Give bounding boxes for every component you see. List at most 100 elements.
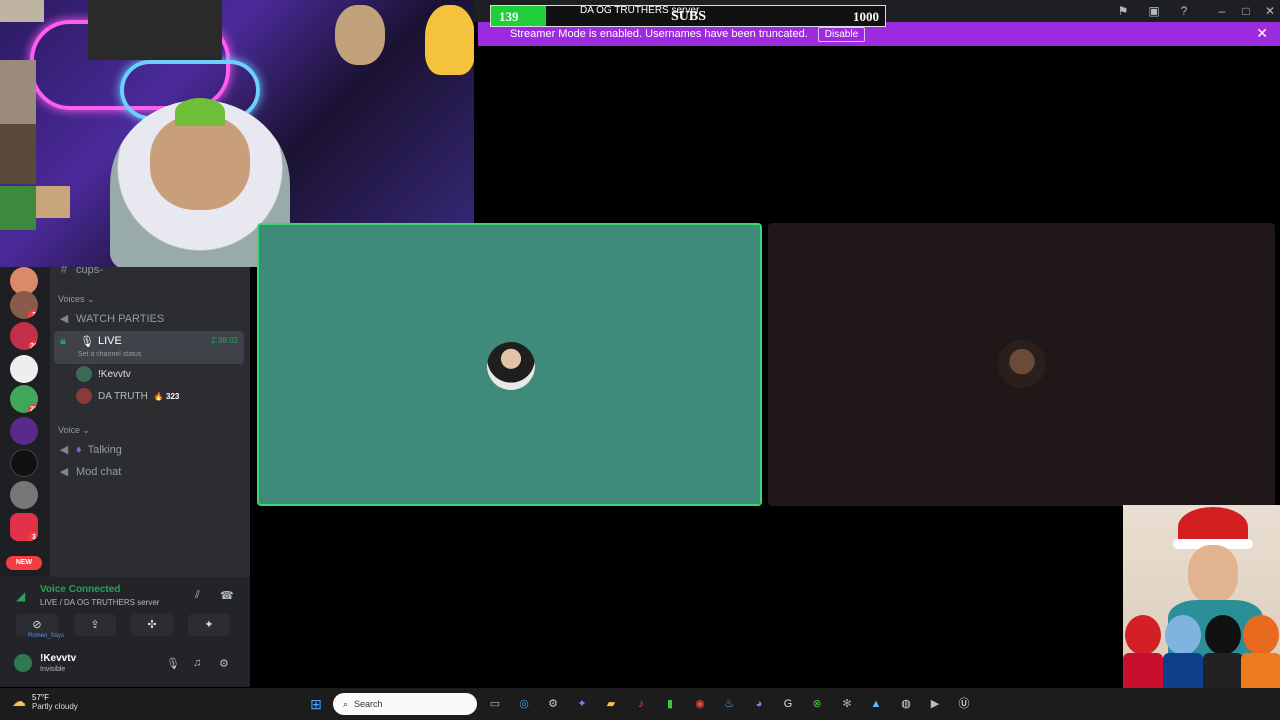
streamer-hat	[175, 98, 225, 126]
server-icon[interactable]: 26	[10, 385, 38, 413]
hash-icon: #	[60, 264, 68, 276]
close-icon[interactable]: ✕	[1262, 3, 1278, 19]
photos-icon[interactable]: ▲	[867, 695, 885, 713]
tv-screen	[88, 0, 222, 60]
kid-cap	[1243, 615, 1279, 655]
music-icon[interactable]: ♪	[632, 695, 650, 713]
channel-talking[interactable]: ◀ ♦ Talking	[58, 443, 122, 457]
category-label: Voices	[58, 294, 85, 304]
file-explorer-icon[interactable]: ▰	[602, 695, 620, 713]
xbox-icon[interactable]: ⊗	[808, 695, 826, 713]
server-icon[interactable]: 2	[10, 291, 38, 319]
app-icon[interactable]: ✻	[838, 695, 856, 713]
unreal-icon[interactable]: Ⓤ	[955, 695, 973, 713]
lock-icon: 🔒︎	[60, 335, 66, 347]
monitor-icon[interactable]: ▣	[1146, 3, 1162, 19]
channel-cups[interactable]: # cups-	[58, 264, 103, 276]
settings-gear-icon[interactable]: ⚙	[219, 657, 229, 670]
screen-share-button[interactable]: ⇪	[74, 614, 116, 636]
voice-user[interactable]: !Kevvtv	[76, 366, 131, 382]
channel-watch-parties[interactable]: ◀ WATCH PARTIES	[58, 312, 164, 326]
thumbnail-image	[36, 186, 70, 218]
thumbnail-image	[0, 60, 36, 124]
windows-start-icon[interactable]: ⊞	[307, 695, 325, 713]
server-icon[interactable]	[10, 449, 38, 477]
minimize-icon[interactable]: –	[1214, 3, 1230, 19]
steam-icon[interactable]: ♨	[720, 695, 738, 713]
thumbnail-image	[0, 186, 36, 230]
kid-cap	[1165, 615, 1201, 655]
video-tile[interactable]	[768, 223, 1275, 506]
channel-label: cups-	[76, 264, 103, 276]
voice-panel: ◢ Voice Connected LIVE / DA OG TRUTHERS …	[0, 577, 250, 687]
taskbar-search[interactable]: ⌕ Search	[333, 693, 477, 715]
new-badge[interactable]: NEW	[6, 556, 42, 570]
channel-live[interactable]: 🔒︎ 🎙︎ LIVE 2:38:02 Set a channel status	[54, 331, 244, 364]
headphones-icon[interactable]: ♫	[193, 657, 201, 669]
chrome-icon[interactable]: ◉	[691, 695, 709, 713]
voice-user-name: !Kevvtv	[98, 368, 131, 380]
weather-temp: 57°F	[32, 693, 49, 702]
video-tile-speaking[interactable]	[257, 223, 762, 506]
category-voice[interactable]: Voice ⌄	[58, 425, 90, 436]
server-icon[interactable]: 36	[10, 322, 38, 350]
channel-mod-chat[interactable]: ◀ Mod chat	[58, 465, 122, 479]
task-view-icon[interactable]: ▭	[486, 695, 504, 713]
inbox-icon[interactable]: ⚑	[1115, 3, 1131, 19]
kid-cap	[1205, 615, 1241, 655]
channel-label: Talking	[87, 443, 122, 456]
server-icon[interactable]	[10, 355, 38, 383]
activities-button[interactable]: ✣	[131, 614, 173, 636]
server-badge: 2	[28, 310, 38, 319]
server-icon[interactable]	[10, 417, 38, 445]
server-list: 2 36 26 3	[0, 267, 50, 577]
username[interactable]: !Kevvtv	[40, 653, 76, 664]
channel-status[interactable]: Set a channel status	[78, 351, 141, 358]
app-g-icon[interactable]: G	[779, 695, 797, 713]
category-voices[interactable]: Voices ⌄	[58, 294, 95, 305]
speaker-icon: ◀	[59, 466, 69, 478]
adult-face	[1188, 545, 1238, 603]
disconnect-icon[interactable]: ☎︎	[220, 589, 234, 602]
noise-suppression-icon[interactable]: ⫽	[195, 589, 200, 602]
live-timer: 2:38:02	[211, 336, 238, 345]
kid-cap	[1125, 615, 1161, 655]
talking-emoji: ♦	[76, 443, 82, 456]
discord-icon[interactable]: ◕	[750, 695, 768, 713]
voice-user[interactable]: DA TRUTH 🔥 323	[76, 388, 179, 404]
weather-condition: Partly cloudy	[32, 702, 78, 711]
server-icon[interactable]: 3	[10, 513, 38, 541]
speaker-icon: ◀	[59, 313, 69, 325]
maximize-icon[interactable]: □	[1238, 3, 1254, 19]
signal-icon[interactable]: ◢	[16, 589, 25, 603]
help-icon[interactable]: ?	[1176, 3, 1192, 19]
voice-status: Voice Connected	[40, 584, 121, 595]
channel-label: Mod chat	[76, 465, 122, 478]
speaker-icon: ◀	[59, 444, 69, 456]
avatar[interactable]	[14, 654, 32, 672]
weather-widget[interactable]: ☁ 57°F Partly cloudy	[12, 693, 78, 711]
server-icon[interactable]	[10, 481, 38, 509]
game-icon[interactable]: ▮	[661, 695, 679, 713]
channel-label: LIVE	[98, 335, 122, 347]
search-placeholder: Search	[354, 699, 383, 709]
voice-user-name: DA TRUTH	[98, 390, 148, 402]
soundboard-button[interactable]: ✦	[188, 614, 230, 636]
edge-icon[interactable]: ◎	[515, 695, 533, 713]
participant-avatar	[487, 342, 535, 390]
server-badge: 3	[28, 532, 38, 541]
disable-button[interactable]: Disable	[817, 26, 866, 42]
duck-figure	[425, 5, 474, 75]
voice-location[interactable]: LIVE / DA OG TRUTHERS server	[40, 598, 159, 607]
thumbnail-image	[0, 124, 36, 184]
media-player-icon[interactable]: ▶	[926, 695, 944, 713]
settings-icon[interactable]: ⚙	[544, 695, 562, 713]
taskbar: ☁ 57°F Partly cloudy ⊞ ⌕ Search ▭ ◎ ⚙ ✦ …	[0, 688, 1280, 720]
streamer-face	[150, 115, 250, 210]
fire-count-value: 323	[166, 391, 180, 401]
banner-close-icon[interactable]: ✕	[1256, 25, 1268, 42]
copilot-icon[interactable]: ✦	[573, 695, 591, 713]
obs-icon[interactable]: ◍	[897, 695, 915, 713]
weather-icon: ☁	[12, 693, 26, 709]
microphone-icon[interactable]: 🎙︎	[166, 657, 180, 670]
